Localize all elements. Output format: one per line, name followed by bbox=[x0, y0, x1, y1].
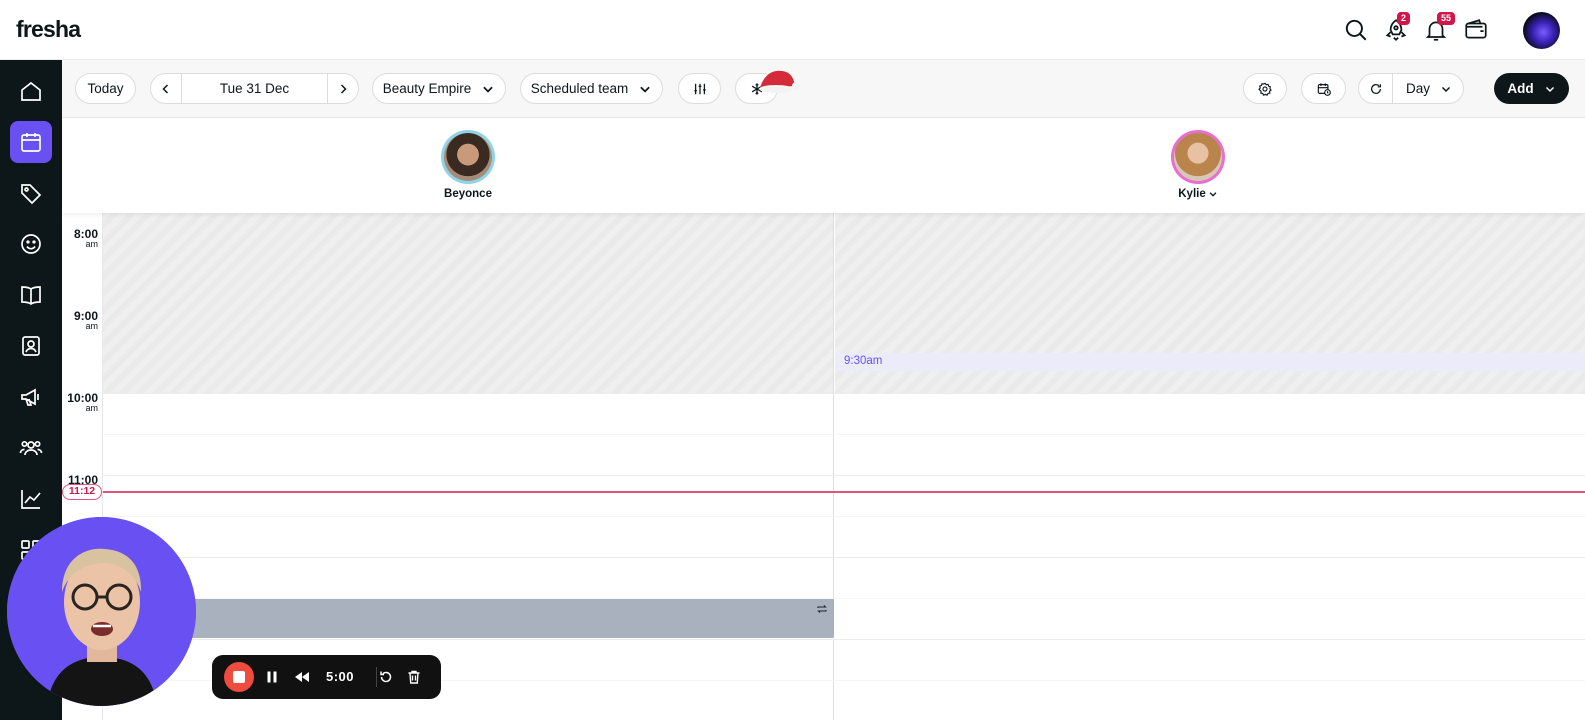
gear-icon bbox=[1258, 82, 1272, 96]
pause-button[interactable] bbox=[262, 667, 282, 687]
recording-timer: 5:00 bbox=[326, 669, 355, 684]
add-label: Add bbox=[1507, 81, 1534, 96]
pause-icon bbox=[267, 671, 277, 683]
chart-icon bbox=[21, 490, 41, 509]
chevron-down-icon bbox=[483, 86, 493, 93]
home-icon bbox=[21, 81, 41, 101]
location-label: Beauty Empire bbox=[382, 81, 472, 96]
restart-icon bbox=[380, 671, 392, 683]
bell-icon[interactable]: 55 bbox=[1420, 12, 1456, 46]
hour-line bbox=[103, 475, 1585, 476]
refresh-button[interactable] bbox=[1359, 73, 1393, 104]
add-button[interactable]: Add bbox=[1494, 73, 1569, 104]
waitlist-button[interactable] bbox=[1301, 73, 1346, 104]
staff-header: Beyonce Kylie bbox=[62, 118, 1585, 213]
date-navigator: Tue 31 Dec bbox=[150, 73, 359, 104]
quarter-line bbox=[103, 434, 1585, 435]
next-day-button[interactable] bbox=[328, 74, 358, 103]
current-time-badge: 11:12 bbox=[62, 484, 102, 500]
quarter-line bbox=[103, 516, 1585, 517]
id-card-icon bbox=[22, 336, 40, 356]
chevron-down-icon bbox=[1545, 86, 1554, 92]
sidebar-item-marketing[interactable] bbox=[10, 376, 52, 418]
hour-line bbox=[103, 639, 1585, 640]
rocket-icon[interactable]: 2 bbox=[1380, 12, 1412, 46]
webcam-bubble[interactable] bbox=[7, 517, 196, 706]
delete-button[interactable] bbox=[404, 667, 424, 687]
current-time-line bbox=[103, 491, 1585, 493]
sidebar-item-sales[interactable] bbox=[10, 172, 52, 214]
quarter-line bbox=[103, 598, 1585, 599]
chevron-left-icon bbox=[162, 83, 169, 94]
sidebar-item-home[interactable] bbox=[10, 70, 52, 112]
users-icon bbox=[19, 440, 43, 456]
sidebar-item-calendar[interactable] bbox=[10, 121, 52, 163]
sidebar-item-people[interactable] bbox=[10, 427, 52, 469]
view-controls: Day bbox=[1358, 73, 1464, 104]
time-label: 8:00 am bbox=[73, 227, 98, 249]
team-label: Scheduled team bbox=[530, 81, 629, 96]
tag-icon bbox=[21, 184, 42, 205]
restart-button[interactable] bbox=[376, 667, 396, 687]
team-dropdown[interactable]: Scheduled team bbox=[520, 73, 663, 104]
chevron-right-icon bbox=[340, 83, 347, 94]
settings-button[interactable] bbox=[1243, 73, 1287, 104]
book-icon bbox=[21, 286, 41, 306]
calendar-clock-icon bbox=[1317, 82, 1331, 96]
smiley-icon bbox=[21, 234, 41, 254]
refresh-icon bbox=[1370, 83, 1381, 94]
appointment-block[interactable]: h 📁 bbox=[103, 598, 834, 638]
view-label: Day bbox=[1406, 81, 1431, 96]
notification-badge: 2 bbox=[1397, 12, 1411, 25]
hover-time-slot[interactable]: 9:30am bbox=[835, 353, 1585, 371]
sidebar-item-reports[interactable] bbox=[10, 478, 52, 520]
megaphone-icon bbox=[21, 388, 39, 406]
screen-recorder-controls: 5:00 bbox=[212, 655, 441, 699]
closed-hours-area bbox=[103, 213, 833, 393]
rewind-icon bbox=[295, 672, 309, 682]
top-bar: fresha 2 55 bbox=[0, 0, 1585, 60]
notification-badge: 55 bbox=[1437, 12, 1456, 25]
time-label: 10:00 am bbox=[67, 391, 98, 413]
hour-line bbox=[103, 393, 1585, 394]
sliders-icon bbox=[693, 83, 706, 94]
rewind-button[interactable] bbox=[292, 667, 312, 687]
hover-slot-label: 9:30am bbox=[844, 355, 883, 367]
fresha-logo[interactable]: fresha bbox=[16, 16, 81, 43]
chevron-down-icon bbox=[1441, 86, 1451, 92]
sidebar-item-clients[interactable] bbox=[10, 223, 52, 265]
wallet-icon[interactable] bbox=[1460, 14, 1492, 46]
location-dropdown[interactable]: Beauty Empire bbox=[372, 73, 506, 104]
santa-hat-icon bbox=[759, 70, 800, 93]
sidebar-item-catalog[interactable] bbox=[10, 274, 52, 316]
previous-day-button[interactable] bbox=[151, 74, 181, 103]
staff-avatar bbox=[1171, 130, 1225, 184]
search-icon[interactable] bbox=[1340, 14, 1372, 46]
staff-column[interactable]: h 📁 bbox=[103, 213, 834, 720]
staff-name: Kylie bbox=[1158, 188, 1238, 200]
time-label: 9:00 am bbox=[73, 309, 98, 331]
calendar-toolbar: Today Tue 31 Dec Beauty Empire Scheduled… bbox=[62, 60, 1585, 118]
staff-column-header[interactable]: Beyonce bbox=[428, 130, 508, 200]
user-avatar[interactable] bbox=[1523, 12, 1560, 49]
filters-button[interactable] bbox=[678, 73, 721, 104]
staff-column-header[interactable]: Kylie bbox=[1158, 130, 1238, 200]
sidebar-item-team[interactable] bbox=[10, 325, 52, 367]
trash-icon bbox=[408, 670, 420, 684]
staff-column[interactable]: 9:30am bbox=[835, 213, 1585, 720]
calendar-grid: h 📁 9:30am 8:00am 9:00am 10:00am 11:00 1… bbox=[62, 213, 1585, 720]
chevron-down-icon bbox=[1209, 192, 1217, 197]
repeat-icon bbox=[817, 605, 827, 613]
stop-recording-button[interactable] bbox=[224, 662, 254, 692]
calendar-icon bbox=[21, 133, 41, 152]
chevron-down-icon bbox=[640, 86, 650, 93]
date-picker-button[interactable]: Tue 31 Dec bbox=[181, 74, 328, 103]
hour-line bbox=[103, 557, 1585, 558]
today-button[interactable]: Today bbox=[75, 73, 136, 104]
view-dropdown[interactable]: Day bbox=[1393, 81, 1452, 96]
presenter-video-icon bbox=[7, 517, 196, 706]
staff-name: Beyonce bbox=[444, 188, 492, 200]
staff-avatar bbox=[441, 130, 495, 184]
